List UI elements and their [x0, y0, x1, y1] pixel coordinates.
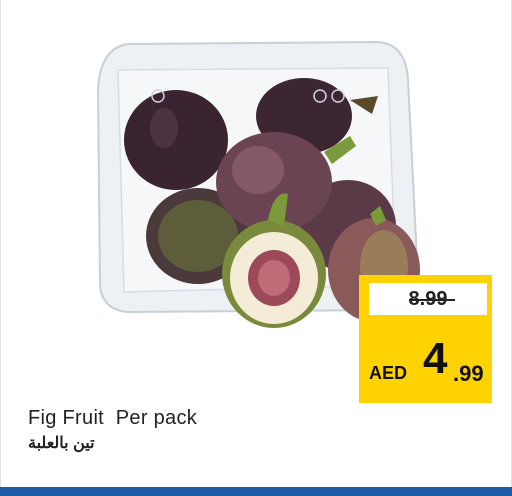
price-main: 4	[423, 334, 448, 383]
strikethrough-line	[409, 299, 455, 301]
product-title-arabic: تين بالعلبة	[28, 435, 95, 452]
product-card[interactable]: 8.99 AED 4 .99 Fig Fruit Per pack تين با…	[0, 0, 512, 487]
price-tag: 8.99 AED 4 .99	[359, 275, 492, 403]
price-decimal: .99	[453, 361, 484, 386]
old-price-box: 8.99	[369, 283, 487, 315]
bottom-bar	[0, 487, 512, 496]
card-border	[0, 0, 1, 487]
product-title[interactable]: Fig Fruit Per pack	[28, 407, 197, 430]
currency-label: AED	[369, 363, 408, 383]
